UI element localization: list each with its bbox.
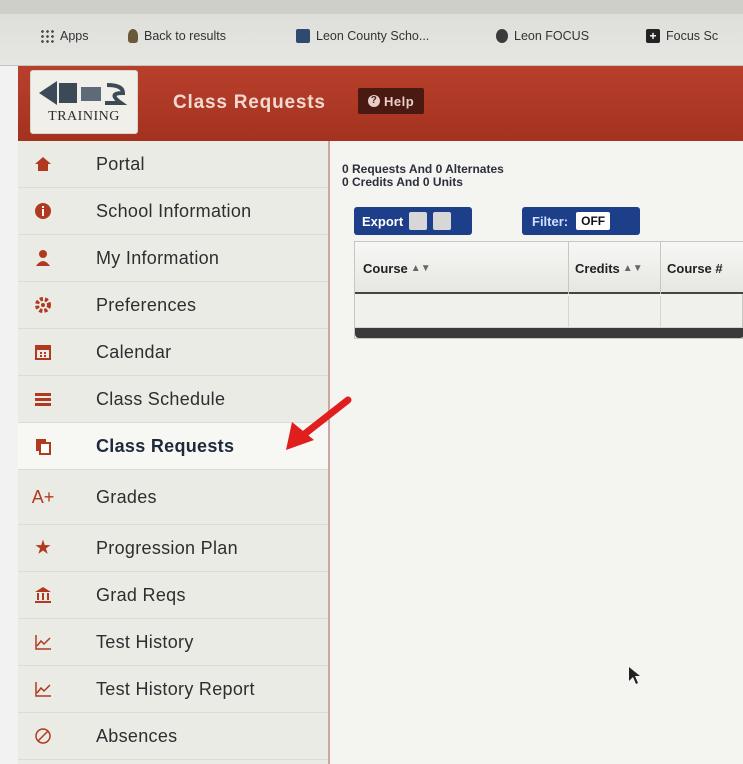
request-summary: 0 Requests And 0 Alternates 0 Credits An… <box>342 163 504 189</box>
bookmark-apps[interactable]: Apps <box>40 26 89 46</box>
sidebar-item-grad-reqs[interactable]: Grad Reqs <box>18 572 328 619</box>
logo-text: TRAINING <box>48 109 120 124</box>
browser-top-strip <box>0 0 743 14</box>
main-content: 0 Requests And 0 Alternates 0 Credits An… <box>332 141 743 764</box>
requests-table: Course ▲▼ Credits ▲▼ Course # <box>354 241 743 339</box>
user-icon <box>32 247 54 269</box>
home-icon <box>32 153 54 175</box>
focus-logo-icon <box>39 81 128 105</box>
sidebar-item-portal[interactable]: Portal <box>18 141 328 188</box>
column-header-course-number[interactable]: Course # <box>661 242 743 294</box>
sidebar-item-calendar[interactable]: Calendar <box>18 329 328 376</box>
sidebar-item-label: School Information <box>96 200 252 221</box>
building-icon <box>32 584 54 606</box>
sidebar-item-test-history-report[interactable]: Test History Report <box>18 666 328 713</box>
bookmark-focus-sc[interactable]: + Focus Sc <box>646 26 718 46</box>
chart-icon <box>32 631 54 653</box>
sidebar-item-label: Class Requests <box>96 435 235 456</box>
print-icon[interactable] <box>433 212 452 230</box>
bookmark-back-to-results[interactable]: Back to results <box>128 26 226 46</box>
list-icon <box>32 388 54 410</box>
sort-icon: ▲▼ <box>622 262 643 274</box>
table-footer-bar <box>355 328 743 338</box>
column-label: Credits <box>575 260 620 276</box>
grade-icon: A+ <box>31 486 55 507</box>
column-header-course[interactable]: Course ▲▼ <box>355 242 569 294</box>
calendar-icon <box>32 341 54 363</box>
bookmark-label: Leon County Scho... <box>316 29 430 43</box>
plus-icon: + <box>646 29 660 43</box>
sidebar-item-label: Grad Reqs <box>96 584 186 605</box>
page-title: Class Requests <box>173 92 326 113</box>
app-header: TRAINING Class Requests ? Help <box>18 66 743 141</box>
column-label: Course # <box>667 260 723 276</box>
app-logo[interactable]: TRAINING <box>30 70 138 134</box>
sidebar-item-my-information[interactable]: My Information <box>18 235 328 282</box>
apps-grid-icon <box>40 29 54 43</box>
spreadsheet-icon[interactable] <box>409 212 428 230</box>
table-cell <box>661 296 743 328</box>
ban-icon <box>32 725 54 747</box>
sidebar-item-preferences[interactable]: Preferences <box>18 282 328 329</box>
sidebar-item-test-history[interactable]: Test History <box>18 619 328 666</box>
table-row <box>355 296 743 328</box>
sidebar-item-label: Portal <box>96 153 145 174</box>
annotation-arrow-icon <box>286 396 352 450</box>
gear-icon <box>32 294 54 316</box>
help-button[interactable]: ? Help <box>358 88 425 114</box>
sidebar-item-label: Grades <box>96 486 157 507</box>
table-header: Course ▲▼ Credits ▲▼ Course # <box>355 242 743 294</box>
sidebar-item-label: Progression Plan <box>96 537 238 558</box>
export-button[interactable]: Export <box>354 207 472 235</box>
table-cell <box>569 296 661 328</box>
bookmark-label: Leon FOCUS <box>514 29 590 43</box>
chart-icon <box>32 678 54 700</box>
star-icon: ★ <box>35 538 51 557</box>
filter-toggle[interactable]: Filter: OFF <box>522 207 640 235</box>
sort-icon: ▲▼ <box>410 262 431 274</box>
help-label: Help <box>384 93 415 109</box>
sidebar-item-label: Class Schedule <box>96 388 226 409</box>
sidebar-item-school-information[interactable]: School Information <box>18 188 328 235</box>
sidebar-item-label: Test History Report <box>96 678 255 699</box>
question-icon: ? <box>368 95 380 107</box>
copy-icon <box>32 435 54 457</box>
filter-label: Filter: <box>532 213 569 229</box>
sidebar-item-progression-plan[interactable]: ★ Progression Plan <box>18 525 328 572</box>
bookmark-label: Back to results <box>144 29 226 43</box>
column-header-credits[interactable]: Credits ▲▼ <box>569 242 661 294</box>
bookmarks-bar: Apps Back to results Leon County Scho...… <box>0 0 743 66</box>
sidebar-item-label: My Information <box>96 247 220 268</box>
column-label: Course <box>363 260 408 276</box>
sidebar-item-label: Absences <box>96 725 178 746</box>
sidebar-item-label: Preferences <box>96 294 197 315</box>
bookmark-leon-focus[interactable]: Leon FOCUS <box>496 26 589 46</box>
bookmark-icon <box>128 29 138 43</box>
table-cell <box>355 296 569 328</box>
sidebar-item-label: Test History <box>96 631 194 652</box>
sidebar-item-absences[interactable]: Absences <box>18 713 328 760</box>
bookmark-label: Apps <box>60 29 89 43</box>
bookmark-leon-county[interactable]: Leon County Scho... <box>296 26 429 46</box>
sidebar-item-grades[interactable]: A+ Grades <box>18 470 328 525</box>
credits-summary-text: 0 Credits And 0 Units <box>342 175 463 189</box>
mouse-cursor-icon <box>629 667 640 684</box>
sidebar-item-label: Calendar <box>96 341 172 362</box>
site-icon <box>496 29 508 43</box>
site-icon <box>296 29 310 43</box>
bookmark-label: Focus Sc <box>666 29 719 43</box>
export-label: Export <box>362 213 404 229</box>
info-icon <box>32 200 54 222</box>
filter-state: OFF <box>576 212 611 230</box>
